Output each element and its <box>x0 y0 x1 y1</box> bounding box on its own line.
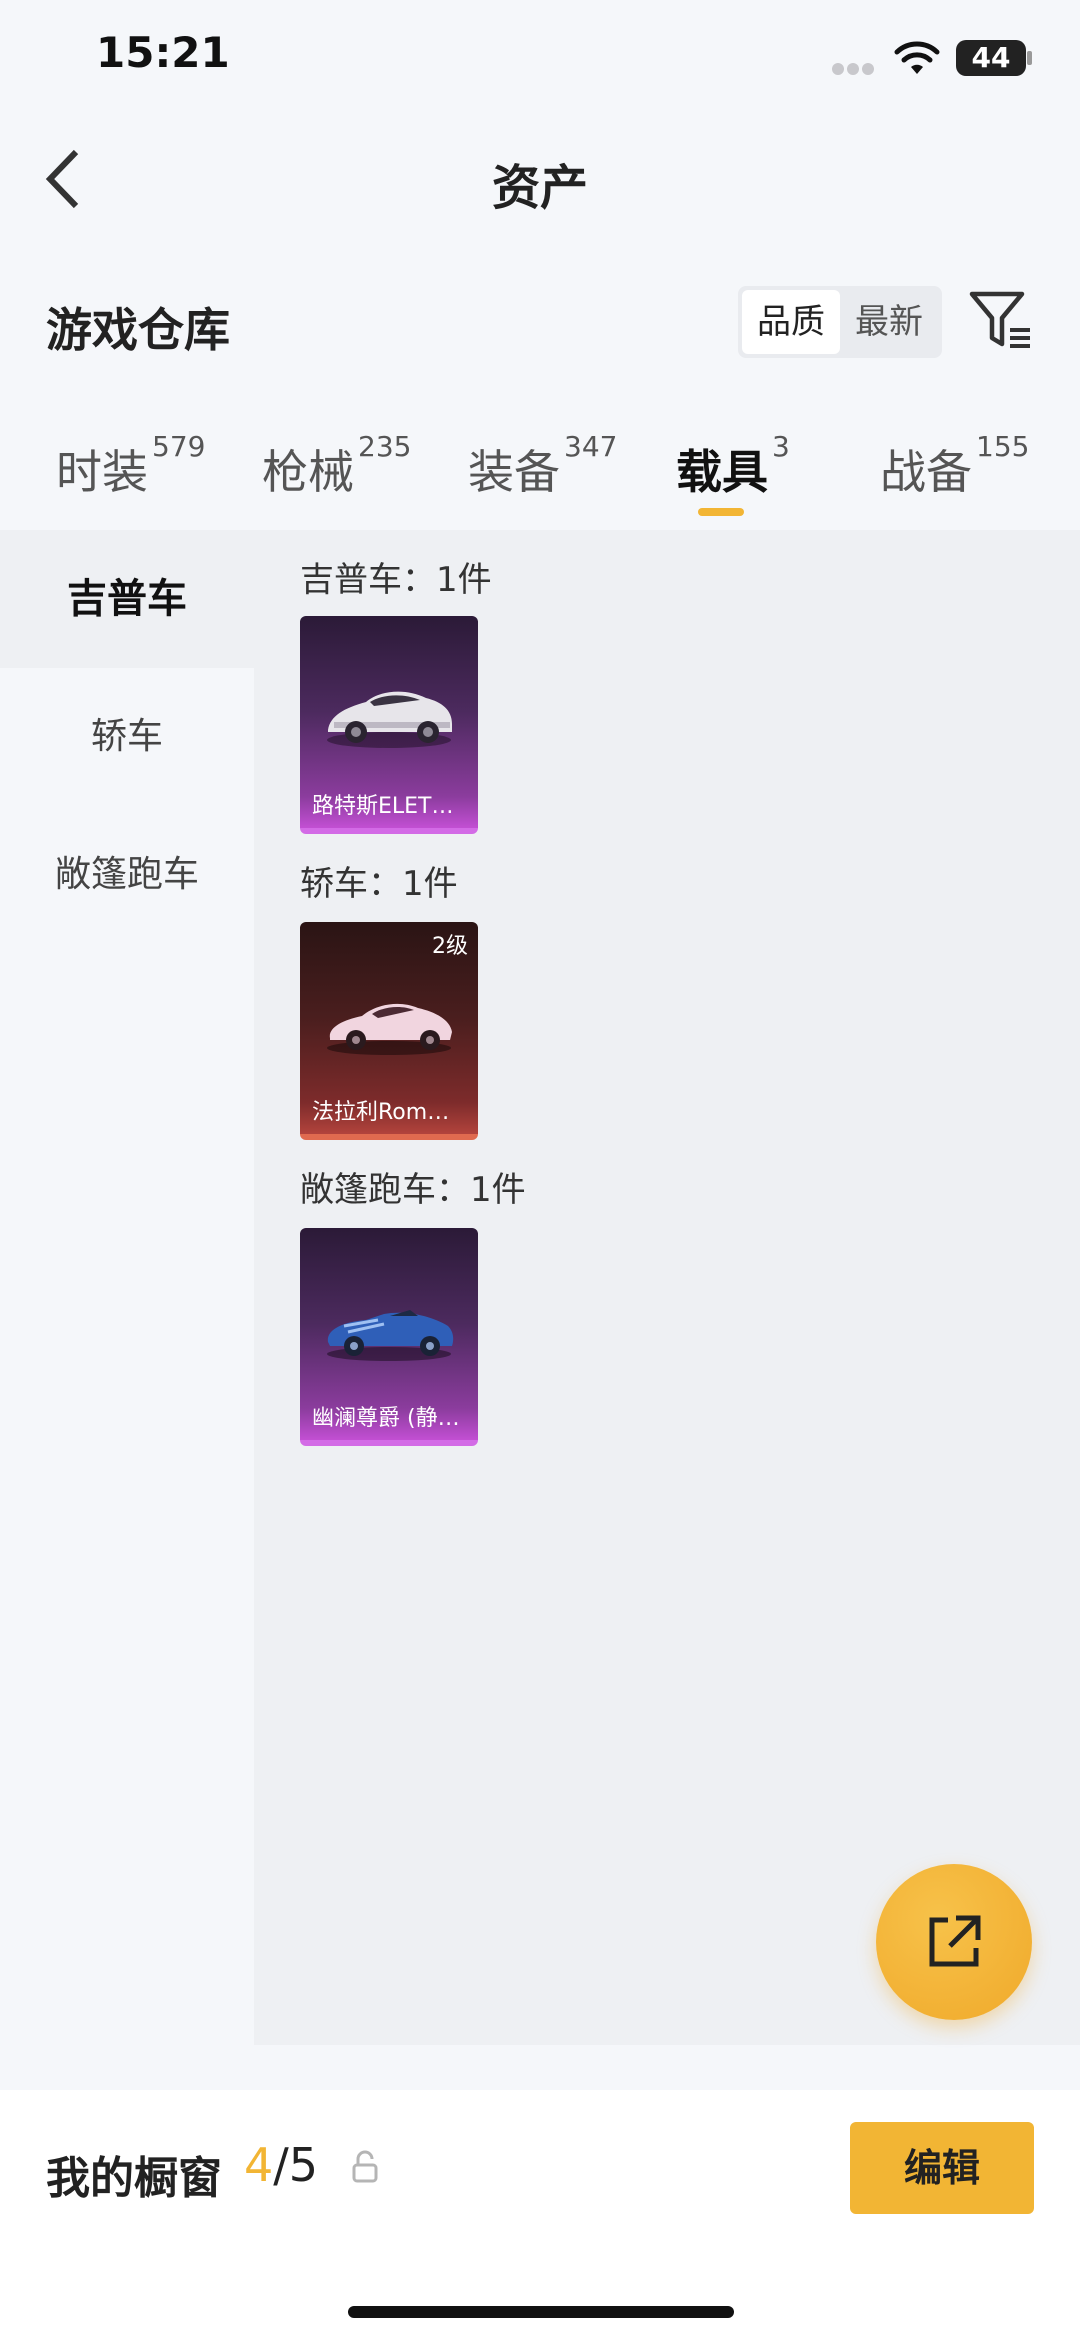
sidebar: 吉普车 轿车 敞篷跑车 <box>0 530 254 2045</box>
car-image <box>327 1310 454 1361</box>
group-label-convertible: 敞篷跑车：1件 <box>300 1170 526 1210</box>
battery-indicator: 44 <box>956 40 1026 76</box>
status-time: 15:21 <box>96 28 230 77</box>
status-bar: 15:21 44 <box>0 0 1080 120</box>
car-image <box>327 1003 452 1055</box>
showcase-bar: 我的橱窗 4/5 编辑 <box>0 2090 1080 2339</box>
car-image <box>327 691 452 748</box>
item-level-badge: 2级 <box>432 934 468 959</box>
group-label-sedan: 轿车：1件 <box>300 864 458 904</box>
tab-label: 载具 <box>676 445 768 499</box>
page-title: 资产 <box>491 160 588 216</box>
tab-label: 枪械 <box>262 445 354 499</box>
group-label-jeep: 吉普车：1件 <box>300 560 492 600</box>
nav-bar: 资产 <box>0 130 1080 230</box>
tab-fashion[interactable]: 时装 579 <box>56 430 205 502</box>
sidebar-item-convertible[interactable]: 敞篷跑车 <box>0 806 254 944</box>
tab-count: 347 <box>564 430 618 463</box>
showcase-current: 4 <box>244 2138 274 2192</box>
item-list: 吉普车：1件 路特斯ELET… 轿车：1件 2级 法拉利Rom… 敞篷跑车：1件 <box>254 530 1080 2045</box>
sidebar-item-sedan[interactable]: 轿车 <box>0 668 254 806</box>
section-header: 游戏仓库 品质 最新 <box>0 280 1080 370</box>
sidebar-item-jeep[interactable]: 吉普车 <box>0 530 254 668</box>
tab-firearms[interactable]: 枪械 235 <box>262 430 411 502</box>
wifi-icon <box>894 41 940 74</box>
section-title: 游戏仓库 <box>46 303 230 357</box>
tab-count: 3 <box>772 430 790 463</box>
showcase-label: 我的橱窗 <box>46 2153 222 2204</box>
tab-label: 时装 <box>56 445 148 499</box>
tab-count: 579 <box>152 430 206 463</box>
share-button[interactable] <box>876 1864 1032 2020</box>
sort-toggle: 品质 最新 <box>738 286 942 358</box>
tab-count: 235 <box>358 430 412 463</box>
item-name: 法拉利Rom… <box>312 1100 450 1125</box>
share-icon <box>929 1915 981 1967</box>
showcase-total: /5 <box>273 2138 319 2192</box>
edit-button[interactable]: 编辑 <box>850 2122 1034 2214</box>
tab-equipment[interactable]: 装备 347 <box>468 430 617 502</box>
tab-count: 155 <box>976 430 1030 463</box>
item-name: 幽澜尊爵 (静… <box>312 1406 460 1431</box>
tab-label: 战备 <box>880 445 972 499</box>
tab-combat-gear[interactable]: 战备 155 <box>880 430 1029 502</box>
signal-dots-icon <box>832 60 878 75</box>
filter-icon[interactable] <box>966 286 1036 356</box>
item-card-lotus[interactable]: 路特斯ELET… <box>300 616 478 834</box>
battery-cap <box>1027 51 1032 65</box>
showcase-count: 4/5 <box>244 2138 318 2192</box>
sort-option-quality[interactable]: 品质 <box>742 290 840 354</box>
item-card-ferrari[interactable]: 2级 法拉利Rom… <box>300 922 478 1140</box>
item-card-convertible[interactable]: 幽澜尊爵 (静… <box>300 1228 478 1446</box>
lock-icon <box>352 2150 378 2183</box>
tab-label: 装备 <box>468 445 560 499</box>
item-name: 路特斯ELET… <box>312 794 454 819</box>
active-tab-indicator <box>698 508 744 516</box>
tab-vehicles[interactable]: 载具 3 <box>676 430 790 502</box>
home-indicator <box>348 2306 734 2318</box>
category-tabs: 时装 579 枪械 235 装备 347 载具 3 战备 155 <box>0 420 1080 530</box>
sort-option-latest[interactable]: 最新 <box>840 290 938 354</box>
